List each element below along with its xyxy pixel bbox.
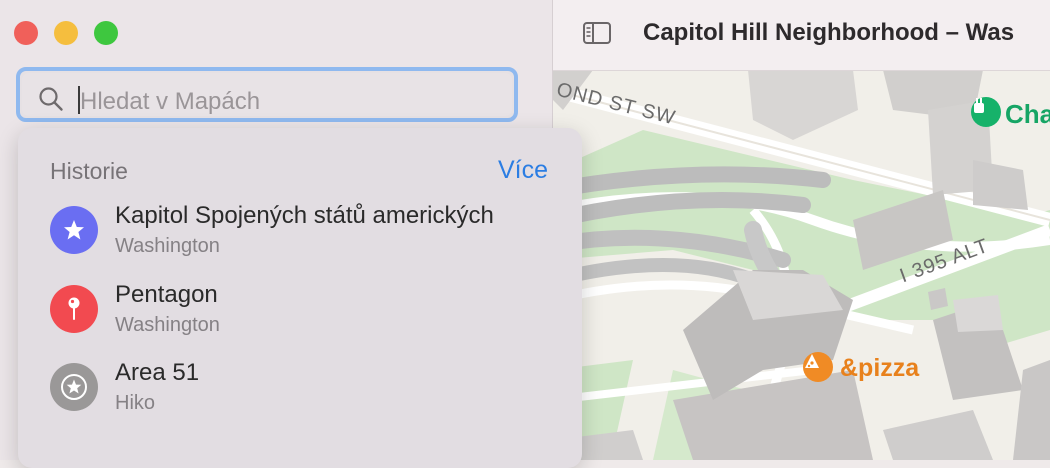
search-icon <box>38 86 64 117</box>
search-input[interactable]: Hledat v Mapách <box>22 73 512 116</box>
history-item-subtitle: Washington <box>115 235 220 257</box>
zoom-button[interactable] <box>94 21 118 45</box>
close-button[interactable] <box>14 21 38 45</box>
pizza-icon[interactable] <box>803 352 833 382</box>
history-item-subtitle: Hiko <box>115 392 156 414</box>
poi-label[interactable]: Cha <box>1005 99 1050 130</box>
history-item[interactable]: Pentagon Washington <box>18 281 582 353</box>
poi-label[interactable]: &pizza <box>840 354 919 383</box>
history-section-title: Historie <box>50 158 128 184</box>
history-item[interactable]: Area 51 Hiko <box>18 359 582 431</box>
window-title: Capitol Hill Neighborhood – Was <box>643 19 1015 46</box>
star-circle-icon <box>50 363 98 411</box>
minimize-button[interactable] <box>54 21 78 45</box>
toolbar: Capitol Hill Neighborhood – Was <box>553 0 1050 71</box>
star-icon <box>50 206 98 254</box>
search-placeholder: Hledat v Mapách <box>80 88 261 115</box>
pin-icon <box>50 285 98 333</box>
history-item-title: Kapitol Spojených států amerických <box>115 202 494 229</box>
search-suggestions-panel: Historie Více Kapitol Spojených států am… <box>18 128 582 468</box>
ev-charger-icon[interactable] <box>971 97 1001 127</box>
history-item[interactable]: Kapitol Spojených států amerických Washi… <box>18 202 582 274</box>
search-field[interactable]: Hledat v Mapách <box>16 67 518 122</box>
history-item-title: Area 51 <box>115 359 200 386</box>
history-item-title: Pentagon <box>115 281 218 308</box>
sidebar-toggle-icon[interactable] <box>583 22 611 44</box>
more-button[interactable]: Více <box>498 156 548 185</box>
history-item-subtitle: Washington <box>115 314 220 336</box>
map-view[interactable]: OND ST SW I 395 ALT &pizza Cha <box>553 70 1050 460</box>
map-canvas <box>553 70 1050 460</box>
